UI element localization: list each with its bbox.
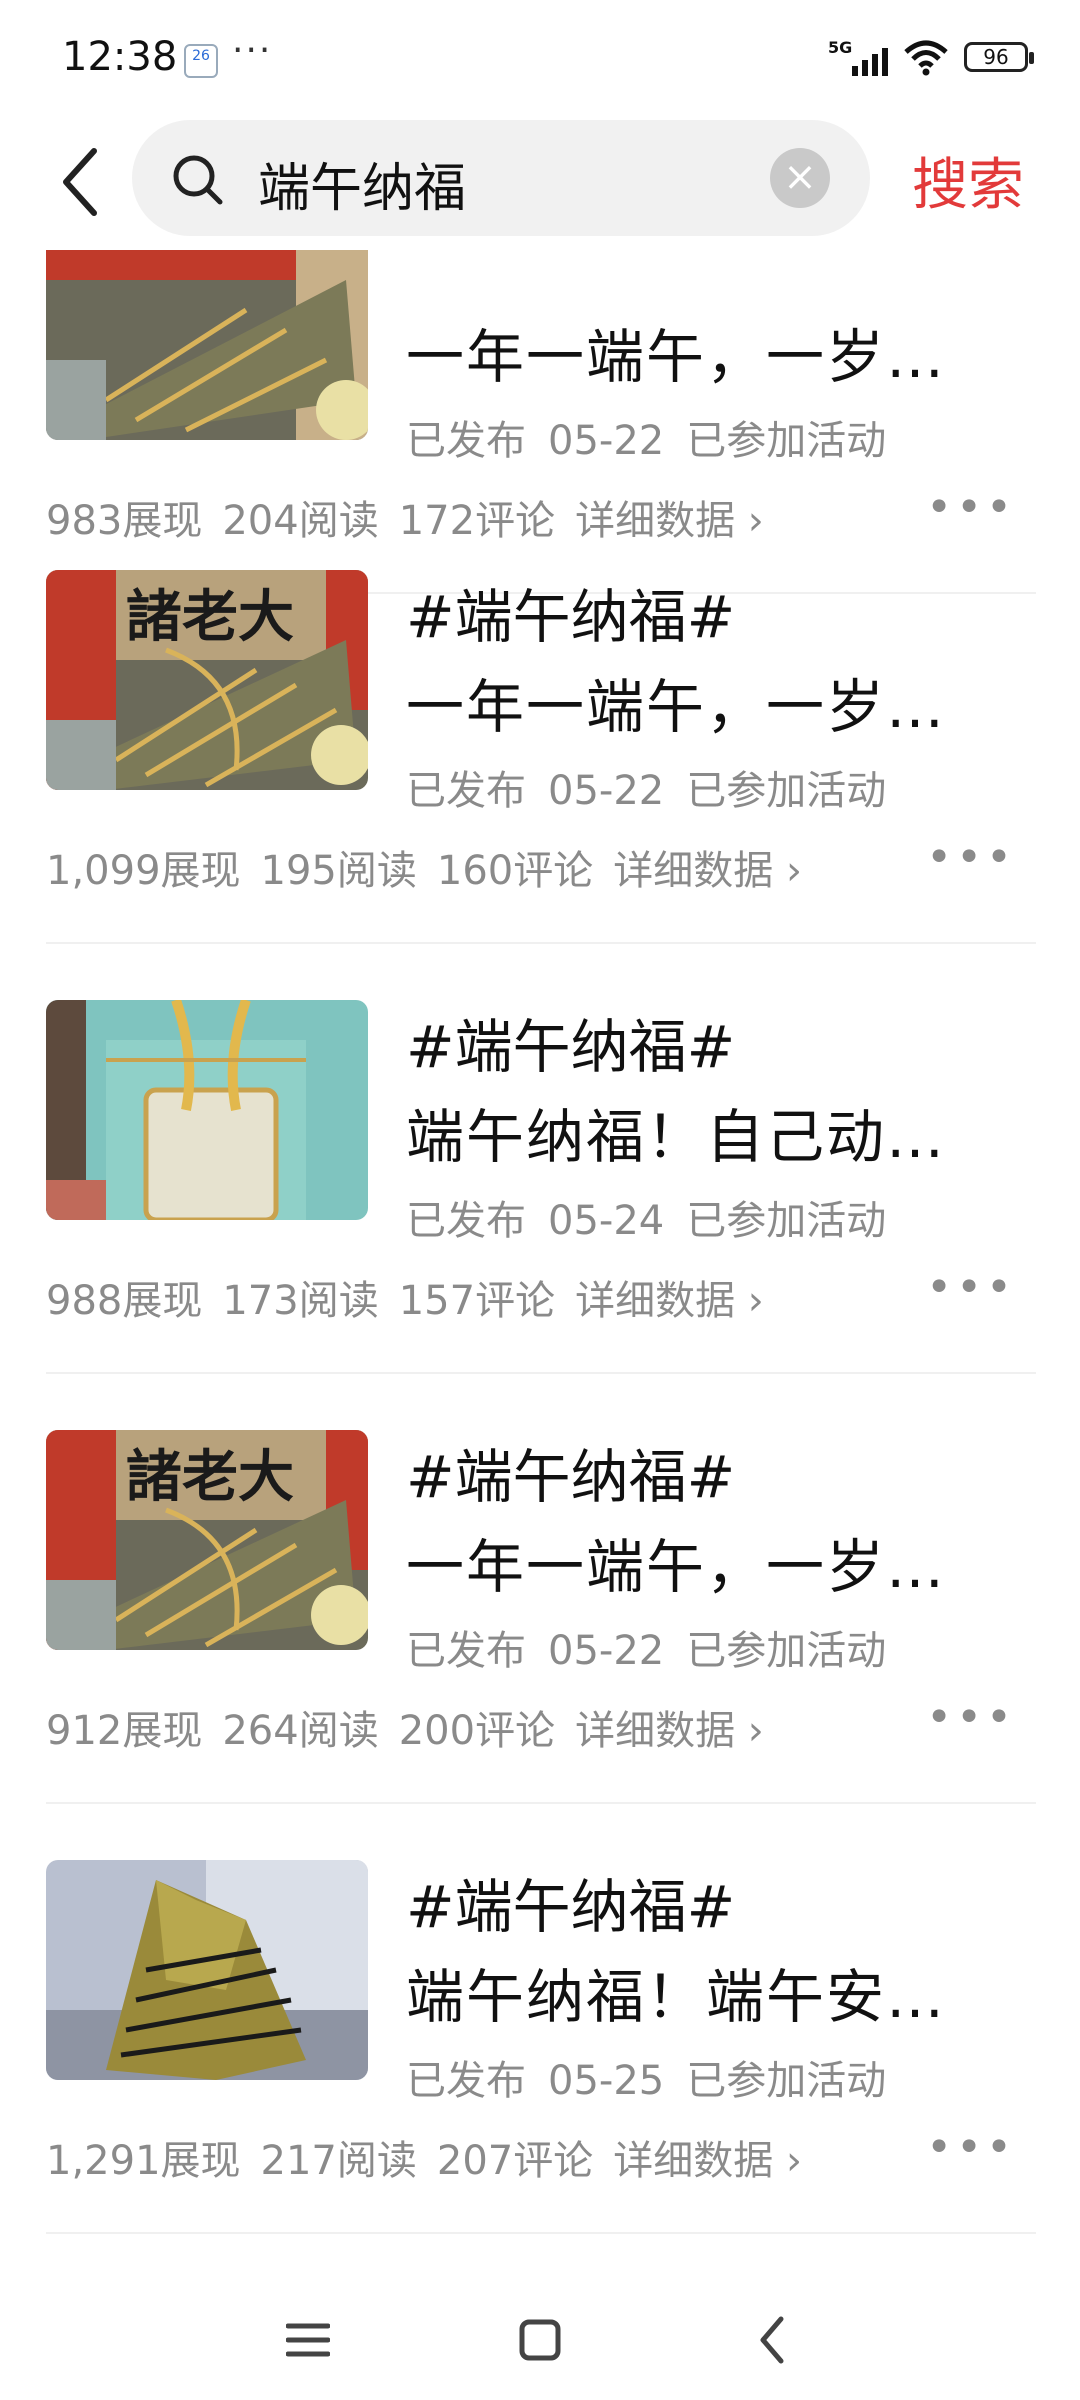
item-stats: 912展现 264阅读 200评论 详细数据 › bbox=[46, 1698, 784, 1756]
detail-data-link[interactable]: 详细数据 › bbox=[575, 1708, 764, 1754]
comments-count: 207评论 bbox=[436, 2138, 594, 2184]
thumbnail-image bbox=[46, 1860, 368, 2080]
item-stats: 1,291展现 217阅读 207评论 详细数据 › bbox=[46, 2128, 822, 2186]
thumbnail-brand-text: 諸老大 bbox=[126, 584, 294, 650]
comments-count: 157评论 bbox=[398, 1278, 556, 1324]
status-bar: 12:38 26 ··· 5G 96 bbox=[0, 0, 1080, 120]
activity-status: 已参加活动 bbox=[686, 768, 887, 814]
item-title: 一年一端午，一岁… bbox=[406, 673, 947, 741]
list-item[interactable]: #端午纳福# 端午纳福！端午安… 已发布 05-25 已参加活动 1,291展现 21… bbox=[46, 1860, 1036, 2270]
more-options-icon[interactable]: ••• bbox=[926, 832, 1016, 883]
detail-data-link[interactable]: 详细数据 › bbox=[575, 498, 764, 544]
activity-status: 已参加活动 bbox=[686, 2058, 887, 2104]
publish-date: 05-22 bbox=[548, 418, 665, 464]
divider bbox=[46, 2232, 1036, 2234]
nav-back-button[interactable] bbox=[732, 2310, 812, 2370]
activity-status: 已参加活动 bbox=[686, 418, 887, 464]
list-item[interactable]: #端午纳福# 端午纳福！自己动… 已发布 05-24 已参加活动 988展现 173阅… bbox=[46, 1000, 1036, 1430]
search-icon bbox=[173, 155, 223, 205]
comments-count: 160评论 bbox=[436, 848, 594, 894]
activity-status: 已参加活动 bbox=[686, 1628, 887, 1674]
publish-date: 05-25 bbox=[548, 2058, 665, 2104]
divider bbox=[46, 1802, 1036, 1804]
menu-button[interactable] bbox=[268, 2310, 348, 2370]
item-title: 端午纳福！端午安… bbox=[406, 1963, 947, 2031]
item-meta: 已发布 05-22 已参加活动 bbox=[406, 408, 908, 466]
views-count: 912展现 bbox=[46, 1708, 203, 1754]
reads-count: 264阅读 bbox=[222, 1708, 379, 1754]
thumbnail-image: 諸老大 bbox=[46, 1430, 368, 1650]
search-button[interactable]: 搜索 bbox=[912, 140, 1024, 221]
reads-count: 217阅读 bbox=[260, 2138, 417, 2184]
network-type: 5G bbox=[828, 38, 853, 57]
views-count: 988展现 bbox=[46, 1278, 203, 1324]
item-meta: 已发布 05-25 已参加活动 bbox=[406, 2048, 908, 2106]
home-icon bbox=[519, 2319, 561, 2361]
thumbnail-brand-text: 諸老大 bbox=[126, 1444, 294, 1510]
reads-count: 195阅读 bbox=[260, 848, 417, 894]
more-options-icon[interactable]: ••• bbox=[926, 2122, 1016, 2173]
article-list: 一年一端午，一岁… 已发布 05-22 已参加活动 983展现 204阅读 172评论详… bbox=[0, 250, 1080, 2270]
wifi-icon bbox=[904, 40, 948, 76]
publish-status: 已发布 bbox=[406, 1628, 526, 1674]
back-icon bbox=[760, 2316, 784, 2364]
item-meta: 已发布 05-24 已参加活动 bbox=[406, 1188, 908, 1246]
thumbnail-image: 諸老大 bbox=[46, 570, 368, 790]
list-item[interactable]: 一年一端午，一岁… 已发布 05-22 已参加活动 983展现 204阅读 172评论详… bbox=[46, 250, 1036, 594]
item-title: 一年一端午，一岁… bbox=[406, 323, 947, 391]
divider bbox=[46, 942, 1036, 944]
item-hashtag: #端午纳福# bbox=[406, 1873, 736, 1941]
publish-status: 已发布 bbox=[406, 2058, 526, 2104]
item-stats: 1,099展现 195阅读 160评论 详细数据 › bbox=[46, 838, 822, 896]
search-header: 端午纳福 × 搜索 bbox=[0, 120, 1080, 240]
list-item[interactable]: 諸老大 #端午纳福# 一年一端午，一岁… 已发布 05-22 已参加活动 912展现… bbox=[46, 1430, 1036, 1860]
item-hashtag: #端午纳福# bbox=[406, 583, 736, 651]
item-title: 一年一端午，一岁… bbox=[406, 1533, 947, 1601]
more-options-icon[interactable]: ••• bbox=[926, 1262, 1016, 1313]
more-options-icon[interactable]: ••• bbox=[926, 1692, 1016, 1743]
reads-count: 204阅读 bbox=[222, 498, 379, 544]
publish-status: 已发布 bbox=[406, 1198, 526, 1244]
back-button[interactable] bbox=[50, 142, 110, 222]
publish-date: 05-24 bbox=[548, 1198, 665, 1244]
menu-icon bbox=[286, 2323, 330, 2357]
more-options-icon[interactable]: ••• bbox=[926, 482, 1016, 533]
more-notifications-icon: ··· bbox=[232, 30, 273, 71]
publish-status: 已发布 bbox=[406, 418, 526, 464]
item-meta: 已发布 05-22 已参加活动 bbox=[406, 758, 908, 816]
signal-icon: 5G bbox=[828, 38, 888, 76]
item-stats: 988展现 173阅读 157评论 详细数据 › bbox=[46, 1268, 784, 1326]
clear-icon[interactable]: × bbox=[770, 148, 830, 208]
item-meta: 已发布 05-22 已参加活动 bbox=[406, 1618, 908, 1676]
views-count: 1,099展现 bbox=[46, 848, 241, 894]
comments-count: 200评论 bbox=[398, 1708, 556, 1754]
publish-date: 05-22 bbox=[548, 1628, 665, 1674]
comments-count: 172评论 bbox=[398, 498, 556, 544]
divider bbox=[46, 1372, 1036, 1374]
item-stats: 983展现 204阅读 172评论 详细数据 › bbox=[46, 488, 784, 546]
status-time: 12:38 bbox=[62, 34, 178, 80]
publish-status: 已发布 bbox=[406, 768, 526, 814]
battery-icon: 96 bbox=[964, 42, 1034, 72]
chevron-left-icon bbox=[63, 148, 97, 216]
item-title: 端午纳福！自己动… bbox=[406, 1103, 947, 1171]
activity-status: 已参加活动 bbox=[686, 1198, 887, 1244]
publish-date: 05-22 bbox=[548, 768, 665, 814]
detail-data-link[interactable]: 详细数据 › bbox=[613, 848, 802, 894]
item-hashtag: #端午纳福# bbox=[406, 1013, 736, 1081]
thumbnail-image bbox=[46, 1000, 368, 1220]
views-count: 1,291展现 bbox=[46, 2138, 241, 2184]
detail-data-link[interactable]: 详细数据 › bbox=[613, 2138, 802, 2184]
detail-data-link[interactable]: 详细数据 › bbox=[575, 1278, 764, 1324]
item-hashtag: #端午纳福# bbox=[406, 1443, 736, 1511]
calendar-icon: 26 bbox=[184, 44, 218, 78]
thumbnail-image bbox=[46, 250, 368, 440]
system-nav-bar bbox=[0, 2270, 1080, 2400]
list-item[interactable]: 諸老大 #端午纳福# 一年一端午，一岁… 已发布 05-22 已参加活动 1,099… bbox=[46, 570, 1036, 1000]
views-count: 983展现 bbox=[46, 498, 203, 544]
search-input[interactable]: 端午纳福 × bbox=[132, 120, 870, 236]
search-query-text: 端午纳福 bbox=[258, 159, 467, 219]
reads-count: 173阅读 bbox=[222, 1278, 379, 1324]
home-button[interactable] bbox=[500, 2310, 580, 2370]
